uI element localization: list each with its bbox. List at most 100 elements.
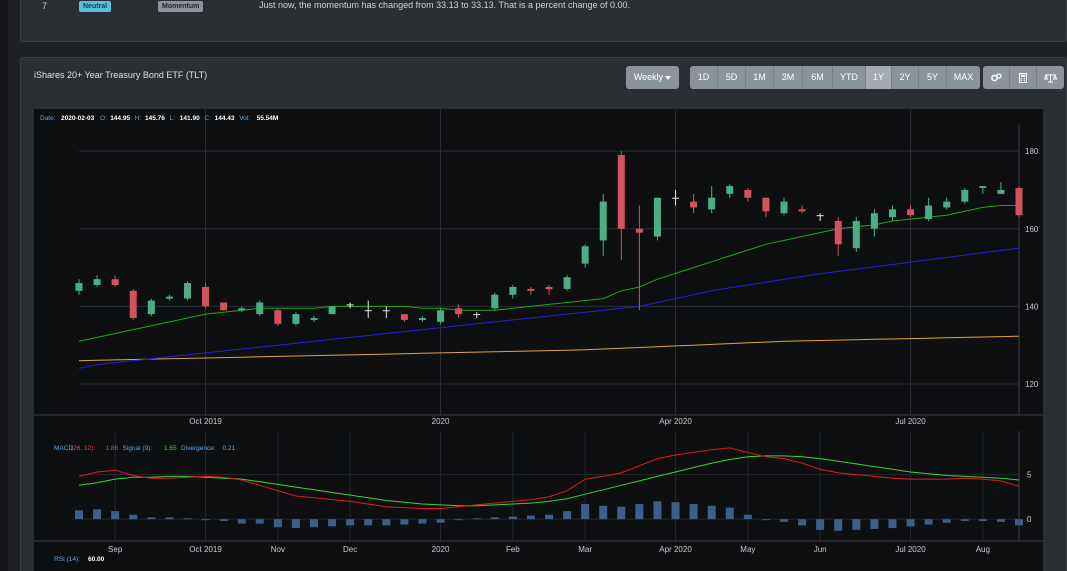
- macd-histogram-bar: [924, 519, 933, 525]
- macd-histogram-bar: [201, 519, 210, 521]
- candle-body: [888, 209, 896, 218]
- macd-legend-text: 0.21: [223, 445, 236, 452]
- range-button-5y[interactable]: 5Y: [919, 66, 947, 89]
- macd-histogram-bar: [671, 502, 680, 520]
- candle-body: [834, 221, 842, 245]
- range-button-5d[interactable]: 5D: [718, 66, 746, 89]
- chart-background: [34, 109, 1043, 571]
- macd-x-tick: 2020: [432, 545, 450, 554]
- price-axis-tick: 180: [1025, 147, 1039, 156]
- macd-legend-text: 1.86: [106, 445, 119, 452]
- info-bar-text: 141.90: [180, 115, 200, 122]
- candle-body: [672, 197, 680, 199]
- candle-body: [491, 294, 499, 309]
- candle-body: [310, 318, 318, 320]
- macd-x-tick: Apr 2020: [659, 545, 692, 554]
- candle-body: [455, 308, 463, 315]
- range-button-1m[interactable]: 1M: [746, 66, 774, 89]
- macd-histogram-bar: [418, 519, 427, 524]
- macd-histogram-bar: [328, 519, 337, 527]
- macd-histogram-bar: [563, 511, 572, 520]
- compare-button[interactable]: [1037, 66, 1064, 89]
- candle-body: [708, 197, 716, 210]
- macd-histogram-bar: [526, 515, 535, 520]
- macd-histogram-bar: [310, 519, 318, 528]
- macd-histogram-bar: [834, 519, 843, 531]
- interval-dropdown[interactable]: Weekly: [626, 66, 679, 89]
- macd-histogram-bar: [454, 519, 463, 521]
- macd-histogram-bar: [581, 504, 590, 520]
- macd-histogram-bar: [1015, 519, 1023, 526]
- macd-x-tick: Aug: [976, 545, 990, 554]
- candle-body: [75, 283, 83, 291]
- candle-body: [997, 189, 1005, 194]
- info-bar-text: 144.43: [215, 115, 235, 122]
- row-index: 7: [42, 1, 48, 11]
- macd-histogram-bar: [798, 519, 807, 526]
- candle-body: [437, 310, 445, 322]
- candle-body: [1015, 188, 1023, 216]
- neutral-badge: Neutral: [79, 1, 112, 12]
- macd-histogram-bar: [906, 519, 915, 527]
- candle-body: [961, 189, 969, 202]
- macd-x-tick: May: [740, 545, 755, 554]
- info-bar-text: 145.76: [145, 115, 165, 122]
- candle-body: [165, 296, 173, 299]
- candle-body: [545, 286, 553, 290]
- candle-body: [382, 310, 390, 312]
- range-button-3m[interactable]: 3M: [774, 66, 803, 89]
- candle-body: [220, 302, 228, 311]
- price-axis-tick: 120: [1025, 380, 1039, 389]
- macd-histogram-bar: [237, 519, 246, 524]
- candle-body: [364, 310, 372, 312]
- range-button-1y[interactable]: 1Y: [866, 66, 892, 89]
- macd-histogram-bar: [219, 519, 228, 521]
- candle-body: [870, 213, 878, 229]
- candle-body: [93, 279, 101, 286]
- macd-axis-tick: 5: [1027, 471, 1032, 480]
- macd-histogram-bar: [364, 519, 373, 526]
- calculator-button[interactable]: [1010, 66, 1037, 89]
- candle-body: [418, 318, 426, 320]
- range-button-2y[interactable]: 2Y: [892, 66, 919, 89]
- macd-histogram-bar: [255, 519, 264, 524]
- candle-body: [202, 286, 210, 307]
- candle-body: [635, 228, 643, 233]
- candle-body: [346, 304, 354, 306]
- price-x-tick: Apr 2020: [659, 417, 692, 426]
- caret-down-icon: [665, 75, 672, 80]
- range-button-6m[interactable]: 6M: [803, 66, 833, 89]
- range-button-max[interactable]: MAX: [947, 66, 980, 89]
- candle-body: [328, 306, 336, 315]
- range-button-1d[interactable]: 1D: [690, 66, 718, 89]
- macd-histogram-bar: [129, 514, 138, 520]
- range-button-ytd[interactable]: YTD: [833, 66, 866, 89]
- info-bar-text: 55.54M: [257, 115, 279, 122]
- macd-histogram-bar: [725, 507, 734, 520]
- settings-button[interactable]: [983, 66, 1010, 89]
- macd-histogram-bar: [653, 501, 662, 520]
- macd-histogram-bar: [436, 519, 445, 523]
- candle-body: [798, 209, 806, 212]
- macd-histogram-bar: [111, 511, 120, 520]
- macd-histogram-bar: [707, 505, 716, 520]
- macd-histogram-bar: [870, 519, 879, 529]
- price-chart[interactable]: 120 140 160 180 Oct 2019 2020 Apr 2020 Jul 2020…: [34, 109, 1043, 571]
- candle-body: [744, 189, 752, 198]
- macd-x-tick: Feb: [506, 545, 520, 554]
- macd-histogram-bar: [888, 519, 897, 529]
- settings-icon: [990, 73, 1002, 82]
- macd-histogram-bar: [545, 514, 553, 520]
- panel-title: iShares 20+ Year Treasury Bond ETF (TLT): [34, 70, 208, 80]
- info-bar-text: L:: [170, 115, 176, 122]
- calculator-icon: [1019, 72, 1027, 83]
- macd-histogram-bar: [761, 519, 770, 521]
- macd-x-tick: Dec: [343, 545, 357, 554]
- candle-body: [726, 186, 734, 194]
- price-x-tick: Oct 2019: [189, 417, 222, 426]
- candle-body: [925, 205, 933, 220]
- candle-body: [292, 314, 300, 324]
- candle-body: [943, 201, 951, 208]
- macd-legend-text: Divergence:: [181, 445, 216, 452]
- price-axis-tick: 140: [1025, 302, 1039, 311]
